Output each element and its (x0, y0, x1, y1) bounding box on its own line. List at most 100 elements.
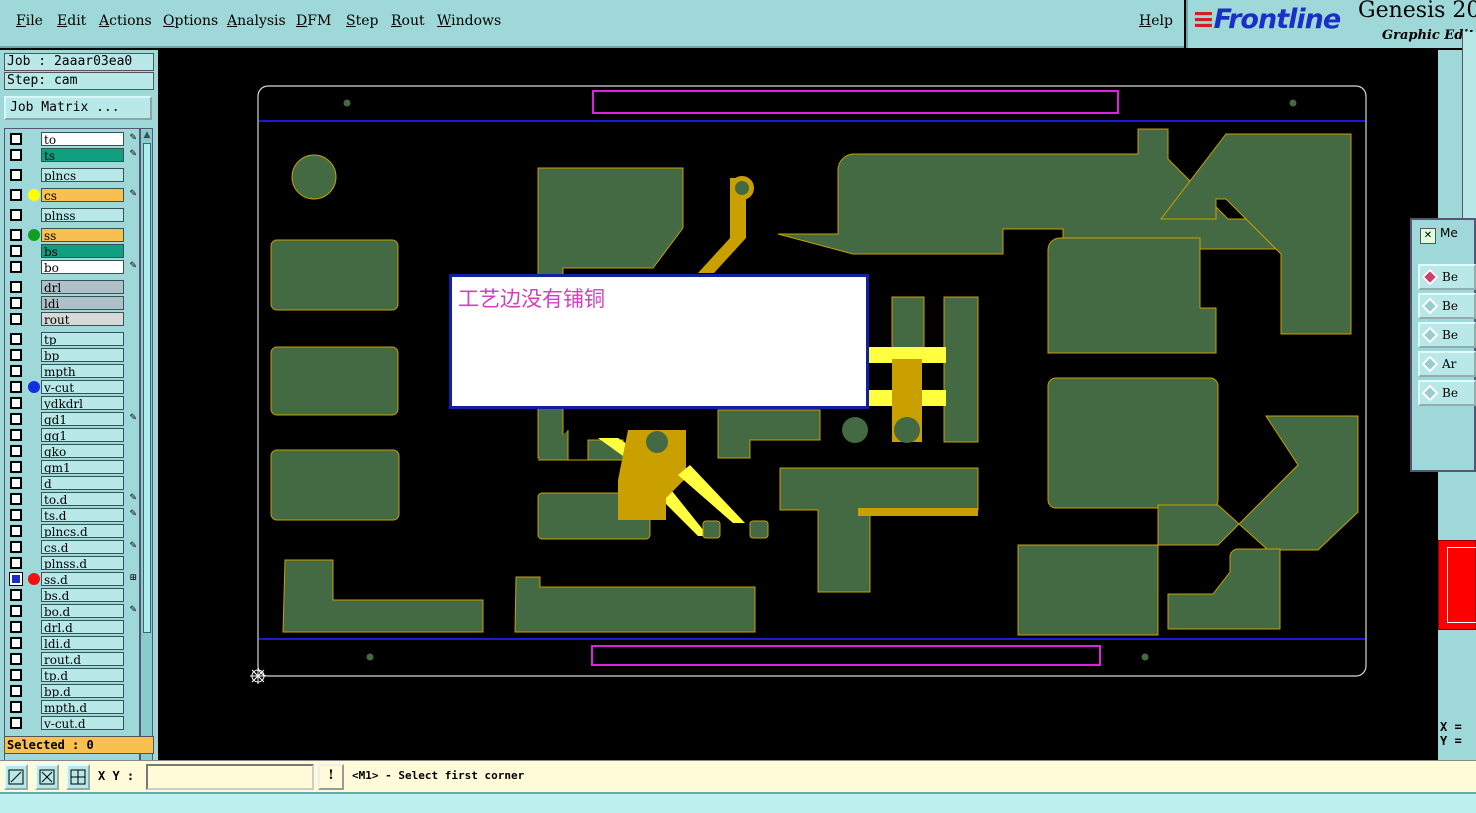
layer-checkbox[interactable] (10, 349, 22, 361)
layer-row-to-d[interactable]: to.d ✎ (5, 491, 139, 507)
measure-mode-5[interactable]: Be (1418, 380, 1476, 406)
layer-checkbox[interactable] (10, 461, 22, 473)
layer-name[interactable]: ss (41, 228, 124, 242)
zoom-fit-button[interactable] (35, 764, 59, 790)
warning-button[interactable]: ! (318, 764, 344, 790)
layer-name[interactable]: plnss.d (41, 556, 124, 570)
layer-name[interactable]: plncs.d (41, 524, 124, 538)
layer-checkbox[interactable] (9, 572, 23, 586)
layer-row-ss[interactable]: ss (5, 227, 139, 243)
layer-checkbox[interactable] (10, 209, 22, 221)
layer-name[interactable]: ss.d (41, 572, 124, 586)
layer-name[interactable]: gko (41, 444, 124, 458)
layer-name[interactable]: to.d (41, 492, 124, 506)
close-icon[interactable]: ✕ (1420, 228, 1436, 244)
layer-row-plnss-d[interactable]: plnss.d (5, 555, 139, 571)
layer-checkbox[interactable] (10, 589, 22, 601)
layer-row-gm1[interactable]: gm1 (5, 459, 139, 475)
layer-name[interactable]: gg1 (41, 428, 124, 442)
layer-checkbox[interactable] (10, 701, 22, 713)
layer-checkbox[interactable] (10, 189, 22, 201)
layer-name[interactable]: ts.d (41, 508, 124, 522)
menu-edit[interactable]: Edit (57, 13, 86, 29)
measure-mode-1[interactable]: Be (1418, 264, 1476, 290)
layer-checkbox[interactable] (10, 557, 22, 569)
layer-row-cs[interactable]: cs ✎ (5, 187, 139, 203)
layer-checkbox[interactable] (10, 169, 22, 181)
layer-checkbox[interactable] (10, 245, 22, 257)
layer-row-rout-d[interactable]: rout.d (5, 651, 139, 667)
layer-row-ydkdrl[interactable]: ydkdrl (5, 395, 139, 411)
layer-checkbox[interactable] (10, 477, 22, 489)
layer-checkbox[interactable] (10, 149, 22, 161)
layer-row-plncs-d[interactable]: plncs.d (5, 523, 139, 539)
layer-checkbox[interactable] (10, 541, 22, 553)
measure-mode-4[interactable]: Ar (1418, 351, 1476, 377)
layer-name[interactable]: to (41, 132, 124, 146)
scroll-thumb[interactable] (143, 143, 151, 633)
measure-mode-2[interactable]: Be (1418, 293, 1476, 319)
layer-row-plncs[interactable]: plncs (5, 167, 139, 183)
layer-checkbox[interactable] (10, 493, 22, 505)
layer-name[interactable]: gm1 (41, 460, 124, 474)
layer-name[interactable]: mpth.d (41, 700, 124, 714)
layer-row-v-cut-d[interactable]: v-cut.d (5, 715, 139, 731)
layer-checkbox[interactable] (10, 381, 22, 393)
layer-row-plnss[interactable]: plnss (5, 207, 139, 223)
layer-row-v-cut[interactable]: v-cut (5, 379, 139, 395)
layer-row-bs-d[interactable]: bs.d (5, 587, 139, 603)
layer-row-gd1[interactable]: gd1 ✎ (5, 411, 139, 427)
layer-row-ldi[interactable]: ldi (5, 295, 139, 311)
xy-input[interactable] (146, 764, 314, 790)
menu-windows[interactable]: Windows (437, 13, 501, 29)
layer-row-ts[interactable]: ts ✎ (5, 147, 139, 163)
menu-analysis[interactable]: Analysis (227, 13, 286, 29)
layer-color-dot[interactable] (28, 381, 40, 393)
layer-name[interactable]: ldi.d (41, 636, 124, 650)
layer-checkbox[interactable] (10, 605, 22, 617)
layer-checkbox[interactable] (10, 653, 22, 665)
layer-checkbox[interactable] (10, 685, 22, 697)
job-matrix-button[interactable]: Job Matrix ... (4, 96, 152, 120)
layer-row-rout[interactable]: rout (5, 311, 139, 327)
layer-name[interactable]: bo (41, 260, 124, 274)
layer-name[interactable]: cs.d (41, 540, 124, 554)
layer-row-bp[interactable]: bp (5, 347, 139, 363)
layer-checkbox[interactable] (10, 637, 22, 649)
layer-row-gko[interactable]: gko (5, 443, 139, 459)
layer-name[interactable]: plncs (41, 168, 124, 182)
layer-row-bo-d[interactable]: bo.d ✎ (5, 603, 139, 619)
layer-color-dot[interactable] (28, 229, 40, 241)
scroll-up-icon[interactable]: ▲ (142, 130, 152, 140)
layer-row-ss-d[interactable]: ss.d ⊞ (5, 571, 139, 587)
layer-name[interactable]: cs (41, 188, 124, 202)
layer-name[interactable]: rout.d (41, 652, 124, 666)
menu-options[interactable]: Options (163, 13, 218, 29)
menu-step[interactable]: Step (346, 13, 378, 29)
layer-row-tp-d[interactable]: tp.d (5, 667, 139, 683)
layer-name[interactable]: drl.d (41, 620, 124, 634)
zoom-box-button[interactable] (4, 764, 28, 790)
layer-checkbox[interactable] (10, 133, 22, 145)
layer-row-tp[interactable]: tp (5, 331, 139, 347)
layer-name[interactable]: bp.d (41, 684, 124, 698)
snap-grid-button[interactable] (66, 764, 90, 790)
layer-row-bo[interactable]: bo ✎ (5, 259, 139, 275)
layer-checkbox[interactable] (10, 229, 22, 241)
layer-row-ts-d[interactable]: ts.d ✎ (5, 507, 139, 523)
layer-row-drl[interactable]: drl (5, 279, 139, 295)
layer-name[interactable]: tp (41, 332, 124, 346)
layer-checkbox[interactable] (10, 261, 22, 273)
layer-checkbox[interactable] (10, 313, 22, 325)
layer-checkbox[interactable] (10, 669, 22, 681)
layer-name[interactable]: d (41, 476, 124, 490)
measure-mode-3[interactable]: Be (1418, 322, 1476, 348)
layer-checkbox[interactable] (10, 281, 22, 293)
layer-name[interactable]: gd1 (41, 412, 124, 426)
layer-row-gg1[interactable]: gg1 (5, 427, 139, 443)
layer-row-d[interactable]: d (5, 475, 139, 491)
layer-color-dot[interactable] (28, 189, 40, 201)
layer-row-bs[interactable]: bs (5, 243, 139, 259)
layer-name[interactable]: tp.d (41, 668, 124, 682)
layer-row-mpth-d[interactable]: mpth.d (5, 699, 139, 715)
